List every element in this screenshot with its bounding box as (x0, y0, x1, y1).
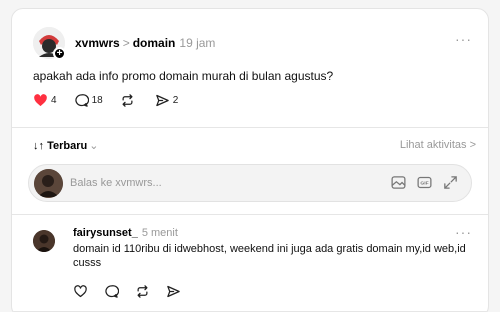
heart-icon[interactable] (73, 284, 88, 299)
reply-input[interactable]: Balas ke xvmwrs... (70, 177, 162, 189)
repost-button[interactable] (120, 93, 138, 108)
reply-item: fairysunset_ 5 menit ··· domain id 110rib… (12, 214, 488, 312)
reply-composer[interactable]: Balas ke xvmwrs... GIF (28, 164, 472, 202)
reply-tools: GIF (381, 174, 459, 191)
reply-time: 5 menit (141, 227, 178, 239)
author-username[interactable]: xvmwrs (75, 36, 120, 50)
reply-author-avatar[interactable] (33, 230, 55, 252)
reply-author-username[interactable]: fairysunset_ (73, 227, 138, 239)
send-icon[interactable] (166, 284, 181, 299)
svg-text:GIF: GIF (420, 181, 428, 187)
reply-meta: fairysunset_ 5 menit (73, 227, 178, 239)
author-avatar[interactable]: + (33, 27, 66, 60)
topic-tag[interactable]: domain (133, 36, 176, 50)
page: + xvmwrs > domain 19 jam ··· apakah ada inf… (0, 0, 500, 312)
comment-bubble-icon (74, 93, 89, 107)
follow-plus-icon[interactable]: + (53, 47, 66, 60)
like-count: 4 (51, 94, 57, 106)
post-meta: xvmwrs > domain 19 jam (75, 36, 215, 50)
reply-text: domain id 110ribu di idwebhost, weekend … (73, 243, 466, 269)
current-user-avatar (34, 169, 63, 198)
sort-dropdown[interactable]: ↓↑ Terbaru ⌄ (33, 139, 98, 152)
comment-bubble-icon[interactable] (104, 284, 119, 299)
replies-sort-bar: ↓↑ Terbaru ⌄ Lihat aktivitas > (12, 128, 488, 164)
post-text: apakah ada info promo domain murah di bu… (33, 69, 334, 83)
reply-more-menu-icon[interactable]: ··· (455, 224, 472, 240)
chevron-down-icon: ⌄ (89, 140, 99, 152)
reply-actions (73, 284, 197, 299)
share-count: 2 (172, 94, 179, 106)
sort-arrows-icon: ↓↑ (33, 140, 44, 152)
repost-icon (122, 93, 133, 107)
repost-icon[interactable] (135, 284, 150, 299)
post-more-menu-icon[interactable]: ··· (455, 31, 472, 47)
sort-label: Terbaru (47, 140, 88, 152)
image-icon[interactable] (390, 174, 407, 191)
original-post: + xvmwrs > domain 19 jam ··· apakah ada inf… (12, 9, 488, 127)
share-button[interactable]: 2 (155, 93, 179, 108)
like-button[interactable]: 4 (33, 93, 57, 108)
comment-count: 18 (91, 94, 103, 106)
breadcrumb-separator: > (122, 36, 130, 50)
send-icon (155, 94, 169, 106)
thread-card: + xvmwrs > domain 19 jam ··· apakah ada inf… (11, 8, 489, 312)
post-time: 19 jam (179, 36, 216, 50)
comment-button[interactable]: 18 (74, 93, 103, 108)
post-actions: 4 18 2 (33, 92, 195, 108)
gif-icon[interactable]: GIF (416, 174, 433, 191)
expand-icon[interactable] (442, 174, 459, 191)
heart-filled-icon (34, 93, 47, 106)
view-activity-link[interactable]: Lihat aktivitas > (400, 139, 476, 151)
